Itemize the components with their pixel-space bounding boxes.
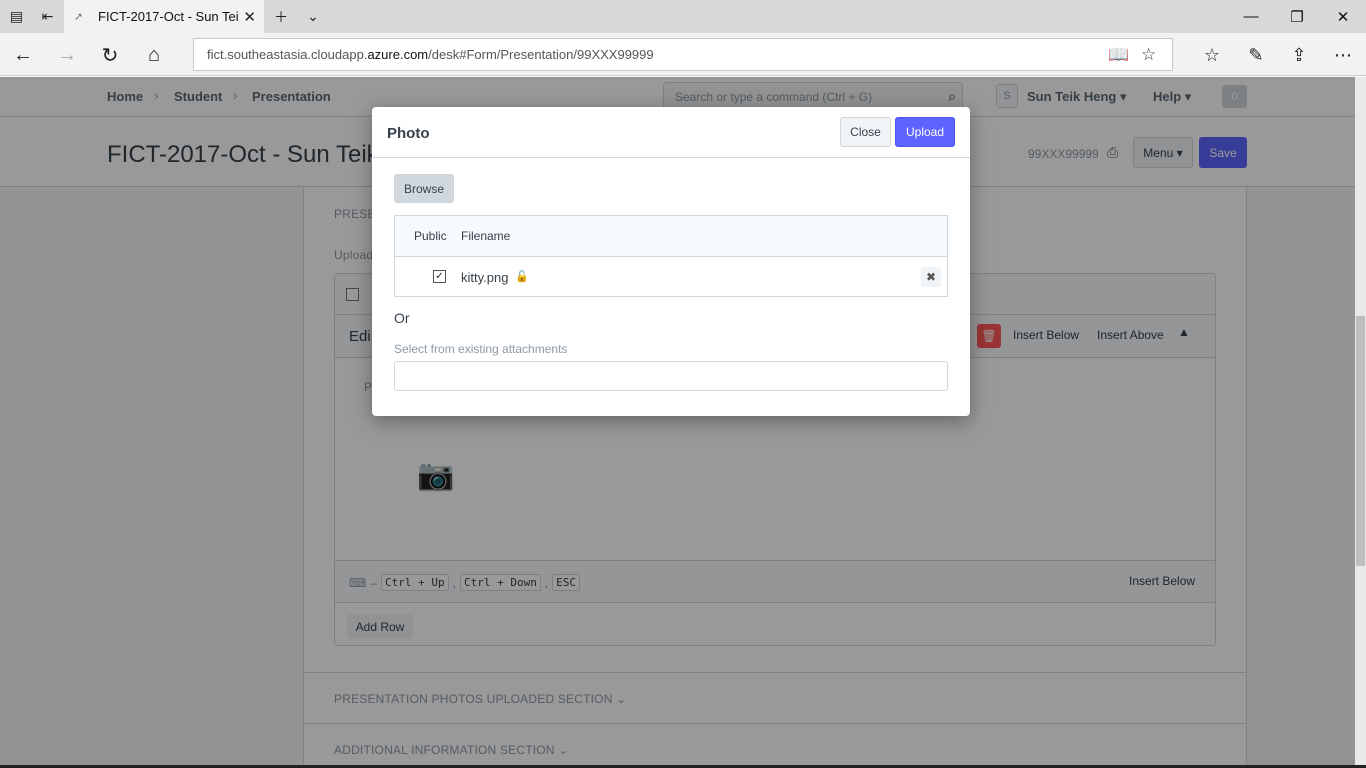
url-path: /desk#Form/Presentation/99XXX99999 [428, 47, 654, 62]
url-domain: azure.com [367, 47, 429, 62]
forward-icon[interactable]: → [49, 37, 85, 73]
browser-tab-active[interactable]: ➚ FICT-2017-Oct - Sun Tei ✕ [64, 0, 264, 33]
public-checkbox[interactable]: ✓ [433, 270, 446, 283]
url-prefix: fict.southeastasia.cloudapp. [207, 47, 368, 62]
set-aside-tabs-icon[interactable]: ⇤ [31, 0, 64, 33]
reading-view-icon[interactable]: 📖 [1108, 45, 1129, 65]
more-icon[interactable]: ⋯ [1323, 37, 1363, 73]
photo-upload-dialog: Photo Close Upload Browse Public Filenam… [372, 107, 970, 416]
tab-list-chevron-icon[interactable]: ⌄ [297, 0, 329, 33]
or-separator: Or [394, 310, 410, 326]
favorite-star-icon[interactable]: ☆ [1141, 45, 1156, 65]
file-row: ✓ kitty.png 🔓 ✖ [395, 257, 947, 296]
url-field[interactable]: fict.southeastasia.cloudapp. azure.com/de… [193, 38, 1173, 71]
window-close-icon[interactable]: ✕ [1320, 0, 1366, 33]
tab-title: FICT-2017-Oct - Sun Tei [98, 9, 239, 24]
upload-file-table: Public Filename ✓ kitty.png 🔓 ✖ [394, 215, 948, 297]
dialog-header: Photo Close Upload [372, 107, 970, 158]
remove-file-icon[interactable]: ✖ [921, 267, 941, 287]
file-name: kitty.png [461, 270, 509, 285]
back-icon[interactable]: ← [5, 37, 41, 73]
lock-icon: 🔓 [515, 271, 529, 283]
dialog-title: Photo [387, 125, 430, 142]
browser-tab-bar: ▤ ⇤ ➚ FICT-2017-Oct - Sun Tei ✕ ＋ ⌄ — ❐ … [0, 0, 1366, 33]
minimize-icon[interactable]: — [1228, 0, 1274, 33]
web-note-icon[interactable]: ✎ [1236, 37, 1276, 73]
browse-button[interactable]: Browse [394, 174, 454, 203]
existing-attachments-select[interactable] [394, 361, 948, 391]
new-tab-icon[interactable]: ＋ [265, 0, 297, 33]
browser-address-bar: ← → ↻ ⌂ fict.southeastasia.cloudapp. azur… [0, 33, 1366, 76]
column-public: Public [414, 229, 447, 243]
tab-manager-icon[interactable]: ▤ [0, 0, 33, 33]
share-icon[interactable]: ⇪ [1279, 37, 1319, 73]
home-icon[interactable]: ⌂ [136, 37, 172, 73]
favicon-icon: ➚ [74, 11, 84, 23]
column-filename: Filename [461, 229, 511, 243]
existing-attachments-label: Select from existing attachments [394, 342, 568, 356]
restore-icon[interactable]: ❐ [1274, 0, 1320, 33]
tab-close-icon[interactable]: ✕ [243, 8, 256, 26]
close-button[interactable]: Close [840, 117, 891, 147]
refresh-icon[interactable]: ↻ [92, 37, 128, 73]
file-table-header: Public Filename [395, 216, 947, 257]
scrollbar-thumb[interactable] [1356, 316, 1365, 566]
favorites-hub-icon[interactable]: ☆ [1192, 37, 1232, 73]
upload-button[interactable]: Upload [895, 117, 955, 147]
